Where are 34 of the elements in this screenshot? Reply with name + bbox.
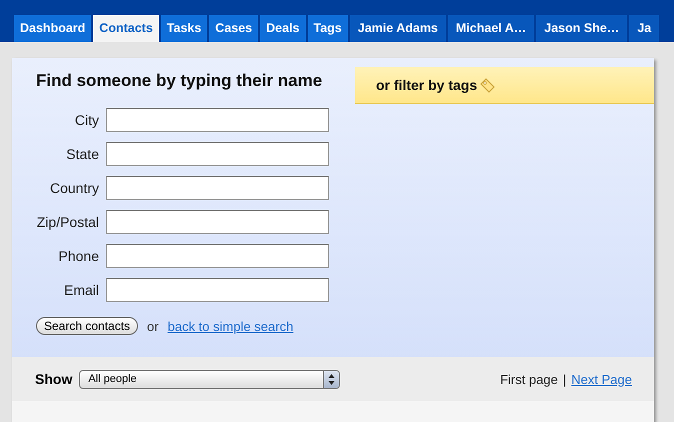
text-input-field[interactable] [106,176,329,200]
search-heading: Find someone by typing their name [36,71,324,91]
nav-tab[interactable]: Dashboard [14,15,92,42]
nav-tab[interactable]: Tags [308,15,348,42]
text-input-field[interactable] [106,278,329,302]
contact-tab[interactable]: Michael A… [448,15,534,42]
show-label: Show [35,371,72,387]
field-label: Zip/Postal [36,214,99,230]
nav-tab[interactable]: Cases [209,15,258,42]
or-text: or [147,318,159,334]
field-label: City [74,112,99,128]
field-label: Email [62,282,99,298]
simple-search-link[interactable]: back to simple search [168,318,294,334]
contact-tab[interactable]: Jamie Adams [350,15,446,42]
select-arrows-icon [323,370,340,388]
field-label: Country [48,180,99,196]
tags-heading: or filter by tags [376,77,478,93]
field-label: Phone [58,248,99,264]
text-input-field[interactable] [106,210,329,234]
people-select[interactable]: All people [79,370,340,388]
pagination-separator: | [562,372,566,386]
first-page-text: First page [500,372,558,386]
nav-tab[interactable]: Contacts [93,15,159,42]
text-input-field[interactable] [106,244,329,268]
text-input-field[interactable] [106,142,329,166]
field-label: State [65,146,99,162]
tag-icon [480,78,496,92]
nav-tab[interactable]: Deals [260,15,306,42]
contact-tab[interactable]: Ja [629,15,660,42]
text-input-field[interactable] [106,108,329,132]
contact-tab[interactable]: Jason She… [536,15,628,42]
search-contacts-button[interactable]: Search contacts [36,317,138,335]
nav-tab[interactable]: Tasks [160,15,208,42]
next-page-link[interactable]: Next Page [571,372,632,386]
